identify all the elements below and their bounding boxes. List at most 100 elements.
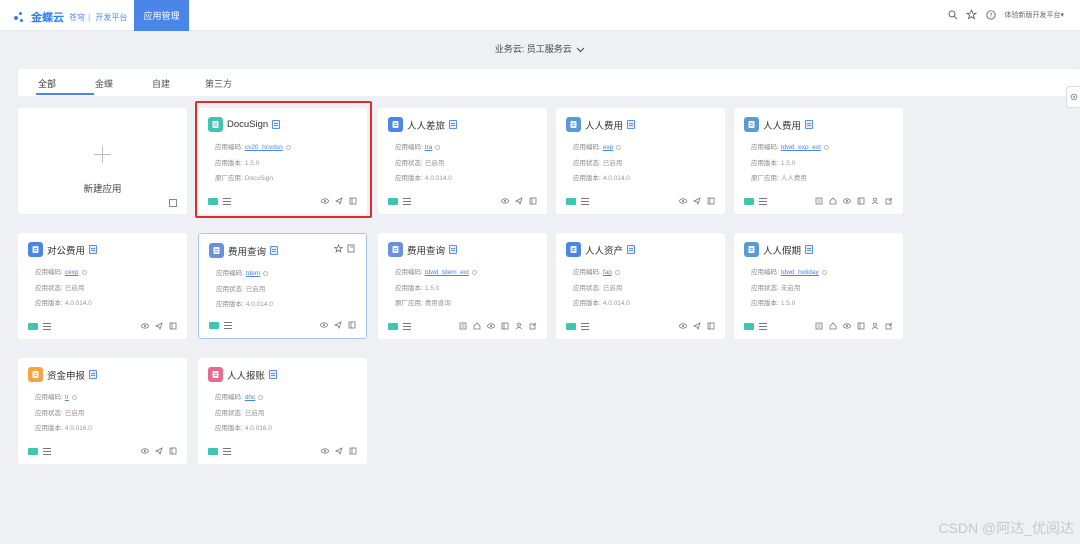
document-icon[interactable] <box>169 447 177 455</box>
view-icon[interactable] <box>679 322 687 330</box>
list-icon[interactable] <box>581 322 589 331</box>
publish-icon[interactable] <box>155 322 163 330</box>
app-card[interactable]: 人人差旅 应用编码: tra 应用状态: 已启用 应用版本: 4.0.014.0 <box>378 108 547 214</box>
view-icon[interactable] <box>141 322 149 330</box>
app-card[interactable]: 人人费用 应用编码: exp 应用状态: 已启用 应用版本: 4.0.014.0 <box>556 108 725 214</box>
copy-icon[interactable] <box>71 394 77 400</box>
star-icon[interactable] <box>334 244 343 253</box>
star-icon[interactable] <box>966 9 978 20</box>
document-icon[interactable] <box>707 322 715 330</box>
document-icon[interactable] <box>348 321 356 329</box>
doc-icon[interactable] <box>805 245 814 254</box>
tab-self-built[interactable]: 自建 <box>152 77 170 90</box>
doc-icon[interactable] <box>269 370 278 379</box>
document-icon[interactable] <box>529 197 537 205</box>
view-icon[interactable] <box>321 447 329 455</box>
view-icon[interactable] <box>320 321 328 329</box>
list-doc-icon[interactable] <box>459 322 467 330</box>
view-icon[interactable] <box>141 447 149 455</box>
app-card[interactable]: 人人资产 应用编码: fap 应用状态: 已启用 应用版本: 4.0.014.0 <box>556 233 725 339</box>
new-app-card[interactable]: 新建应用 <box>18 108 187 214</box>
copy-icon[interactable] <box>81 269 87 275</box>
document-icon[interactable] <box>707 197 715 205</box>
copy-icon[interactable] <box>823 144 829 150</box>
tab-kingdee[interactable]: 金蝶 <box>95 77 113 90</box>
publish-icon[interactable] <box>515 197 523 205</box>
app-card[interactable]: 费用查询 应用编码: tdem 应用状态: 已启用 应用版本: 4.0.014.0 <box>198 233 367 339</box>
doc-icon[interactable] <box>805 120 814 129</box>
home-icon[interactable] <box>829 197 837 205</box>
app-code-link[interactable]: exp <box>603 144 613 151</box>
publish-icon[interactable] <box>334 321 342 329</box>
search-icon[interactable] <box>947 9 958 20</box>
list-icon[interactable] <box>581 197 589 206</box>
app-card[interactable]: 对公费用 应用编码: cexp 应用状态: 已启用 应用版本: 4.0.014.0 <box>18 233 187 339</box>
app-code-link[interactable]: tdem <box>246 270 260 277</box>
app-code-link[interactable]: cexp <box>65 269 79 276</box>
list-icon[interactable] <box>759 322 767 331</box>
doc-icon[interactable] <box>449 245 458 254</box>
list-icon[interactable] <box>43 447 51 456</box>
external-link-icon[interactable] <box>529 322 537 330</box>
app-card[interactable]: 人人费用 应用编码: tdwd_exp_ext 应用版本: 1.5.0 原厂应用: 人人费用 <box>734 108 903 214</box>
copy-icon[interactable] <box>616 144 622 150</box>
app-code-link[interactable]: tra <box>425 144 433 151</box>
copy-icon[interactable] <box>471 269 477 275</box>
list-icon[interactable] <box>224 321 232 330</box>
publish-icon[interactable] <box>155 447 163 455</box>
list-doc-icon[interactable] <box>815 322 823 330</box>
doc-icon[interactable] <box>270 246 279 255</box>
side-panel-handle[interactable] <box>1066 86 1080 108</box>
list-icon[interactable] <box>759 197 767 206</box>
list-icon[interactable] <box>223 447 231 456</box>
doc-icon[interactable] <box>89 245 98 254</box>
user-icon[interactable] <box>871 322 879 330</box>
document-icon[interactable] <box>349 447 357 455</box>
document-icon[interactable] <box>857 322 865 330</box>
publish-icon[interactable] <box>693 322 701 330</box>
app-code-link[interactable]: dhc <box>245 394 255 401</box>
user-menu[interactable]: 体验新版开发平台▾ <box>1004 10 1064 20</box>
app-code-link[interactable]: tdwd_exp_ext <box>781 144 821 151</box>
app-card[interactable]: 费用查询 应用编码: tdwd_tdem_ext 应用版本: 1.5.0 原厂应用: 费用查… <box>378 233 547 339</box>
doc-icon[interactable] <box>449 120 458 129</box>
app-code-link[interactable]: tr <box>65 394 69 401</box>
publish-icon[interactable] <box>335 447 343 455</box>
home-icon[interactable] <box>829 322 837 330</box>
copy-icon[interactable] <box>821 269 827 275</box>
biz-cloud-selector[interactable]: 业务云: 员工服务云 <box>0 42 1080 55</box>
tab-third-party[interactable]: 第三方 <box>205 77 232 90</box>
user-icon[interactable] <box>515 322 523 330</box>
external-link-icon[interactable] <box>885 322 893 330</box>
list-icon[interactable] <box>403 197 411 206</box>
nav-tab-app-management[interactable]: 应用管理 <box>134 0 189 31</box>
view-icon[interactable] <box>487 322 495 330</box>
document-icon[interactable] <box>501 322 509 330</box>
view-icon[interactable] <box>679 197 687 205</box>
home-icon[interactable] <box>473 322 481 330</box>
user-icon[interactable] <box>871 197 879 205</box>
copy-icon[interactable] <box>263 270 269 276</box>
import-icon[interactable] <box>169 199 177 207</box>
app-card[interactable]: 资金申报 应用编码: tr 应用状态: 已启用 应用版本: 4.0.016.0 <box>18 358 187 464</box>
doc-icon[interactable] <box>89 370 98 379</box>
document-icon[interactable] <box>857 197 865 205</box>
external-link-icon[interactable] <box>885 197 893 205</box>
list-icon[interactable] <box>403 322 411 331</box>
app-card[interactable]: 人人报账 应用编码: dhc 应用状态: 已启用 应用版本: 4.0.016.0 <box>198 358 367 464</box>
publish-icon[interactable] <box>693 197 701 205</box>
copy-icon[interactable] <box>435 144 441 150</box>
document-icon[interactable] <box>169 322 177 330</box>
list-icon[interactable] <box>43 322 51 331</box>
copy-icon[interactable] <box>614 269 620 275</box>
list-doc-icon[interactable] <box>815 197 823 205</box>
help-icon[interactable]: ? <box>985 9 996 20</box>
view-icon[interactable] <box>843 322 851 330</box>
doc-icon[interactable] <box>627 120 636 129</box>
edit-icon[interactable] <box>347 244 356 253</box>
doc-icon[interactable] <box>627 245 636 254</box>
view-icon[interactable] <box>501 197 509 205</box>
copy-icon[interactable] <box>258 394 264 400</box>
app-code-link[interactable]: fap <box>603 269 612 276</box>
app-card[interactable]: 人人假期 应用编码: tdwd_holiday 应用状态: 未启用 应用版本: 1.5.0 <box>734 233 903 339</box>
